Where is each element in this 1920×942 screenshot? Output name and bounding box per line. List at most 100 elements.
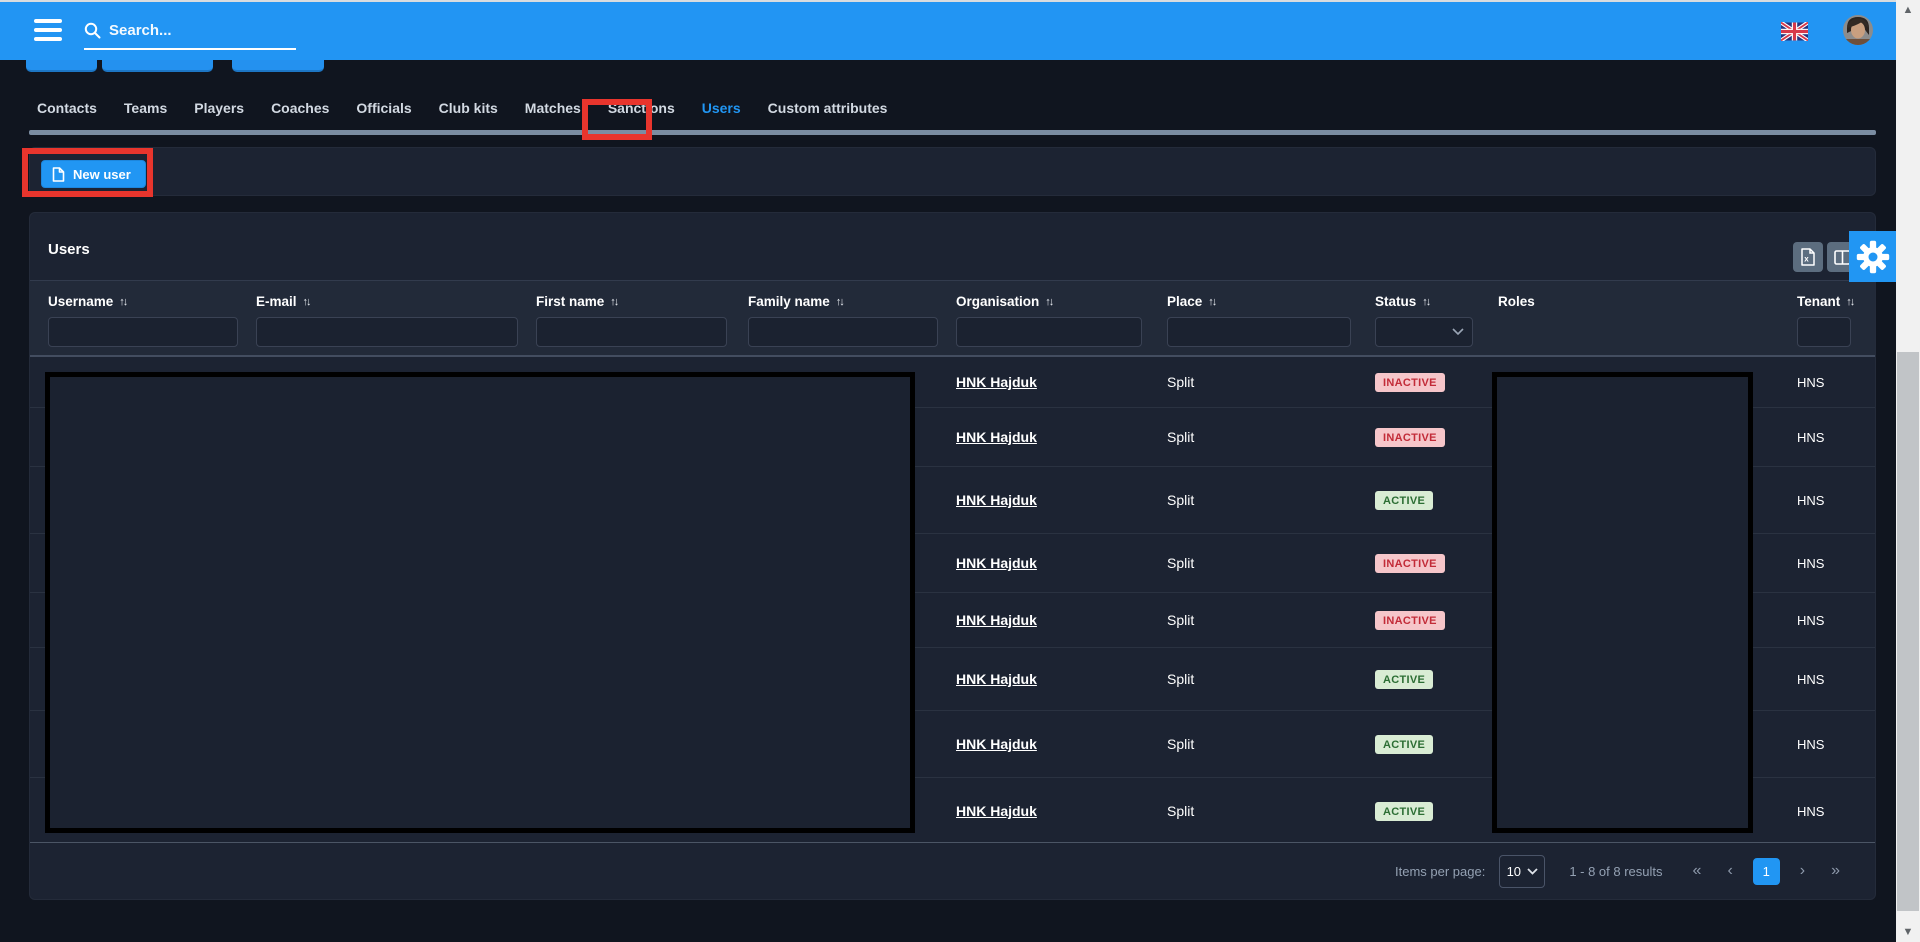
first-page-button[interactable]: « bbox=[1687, 862, 1708, 880]
place-cell: Split bbox=[1167, 555, 1375, 571]
place-cell: Split bbox=[1167, 374, 1375, 390]
filter-input-tenant[interactable] bbox=[1797, 317, 1851, 347]
sort-icon[interactable]: ↑↓ bbox=[1846, 296, 1853, 308]
organisation-link[interactable]: HNK Hajduk bbox=[956, 612, 1037, 628]
cutoff-button-2[interactable] bbox=[102, 58, 213, 72]
organisation-link[interactable]: HNK Hajduk bbox=[956, 671, 1037, 687]
tab-officials[interactable]: Officials bbox=[356, 100, 411, 116]
column-header-family-name[interactable]: Family name ↑↓ bbox=[748, 281, 956, 309]
sort-icon[interactable]: ↑↓ bbox=[836, 296, 843, 308]
table-header-band: Username↑↓E-mail↑↓First name↑↓Family nam… bbox=[30, 280, 1876, 357]
filter-input-place[interactable] bbox=[1167, 317, 1351, 347]
last-page-button[interactable]: » bbox=[1825, 862, 1846, 880]
filter-input-organisation[interactable] bbox=[956, 317, 1142, 347]
redaction-box-identity-columns bbox=[45, 372, 915, 833]
status-badge: ACTIVE bbox=[1375, 670, 1433, 689]
place-cell: Split bbox=[1167, 736, 1375, 752]
organisation-link[interactable]: HNK Hajduk bbox=[956, 555, 1037, 571]
search-input[interactable] bbox=[109, 22, 269, 39]
tab-matches[interactable]: Matches bbox=[525, 100, 581, 116]
organisation-link[interactable]: HNK Hajduk bbox=[956, 374, 1037, 390]
filter-input-first-name[interactable] bbox=[536, 317, 727, 347]
gear-icon bbox=[1855, 239, 1891, 275]
status-badge: ACTIVE bbox=[1375, 735, 1433, 754]
prev-page-button[interactable]: ‹ bbox=[1721, 862, 1738, 880]
column-header-username[interactable]: Username ↑↓ bbox=[48, 281, 256, 309]
tab-underline-bar bbox=[29, 130, 1876, 135]
tab-players[interactable]: Players bbox=[194, 100, 244, 116]
tab-coaches[interactable]: Coaches bbox=[271, 100, 329, 116]
user-avatar[interactable] bbox=[1843, 15, 1873, 45]
tab-custom-attributes[interactable]: Custom attributes bbox=[768, 100, 888, 116]
filter-cell bbox=[48, 317, 256, 347]
page-size-select[interactable]: 10 bbox=[1499, 855, 1545, 888]
tab-users[interactable]: Users bbox=[702, 100, 741, 116]
pagination-bar: Items per page: 10 1 - 8 of 8 results « … bbox=[30, 842, 1876, 899]
status-badge: INACTIVE bbox=[1375, 428, 1445, 447]
filter-input-username[interactable] bbox=[48, 317, 238, 347]
global-search bbox=[84, 12, 296, 50]
column-header-status[interactable]: Status↑↓ bbox=[1375, 281, 1498, 309]
chevron-down-icon bbox=[1527, 868, 1538, 875]
filter-input-family-name[interactable] bbox=[748, 317, 938, 347]
filter-cell bbox=[256, 317, 536, 347]
filter-cell bbox=[536, 317, 748, 347]
filter-cell bbox=[1498, 317, 1797, 347]
tenant-cell: HNS bbox=[1797, 737, 1876, 752]
sort-icon[interactable]: ↑↓ bbox=[1422, 296, 1429, 308]
organisation-link[interactable]: HNK Hajduk bbox=[956, 803, 1037, 819]
column-header-organisation[interactable]: Organisation↑↓ bbox=[956, 281, 1167, 309]
column-label: Username bbox=[48, 294, 113, 309]
status-badge: ACTIVE bbox=[1375, 491, 1433, 510]
sort-icon[interactable]: ↑↓ bbox=[1045, 296, 1052, 308]
language-flag-icon[interactable] bbox=[1781, 22, 1808, 41]
hamburger-menu-icon[interactable] bbox=[34, 19, 62, 41]
filter-cell bbox=[1375, 317, 1498, 347]
status-badge: INACTIVE bbox=[1375, 554, 1445, 573]
status-badge: ACTIVE bbox=[1375, 802, 1433, 821]
toolbar-panel: New user bbox=[29, 147, 1876, 196]
chevron-down-icon bbox=[1452, 328, 1464, 336]
column-header-e-mail[interactable]: E-mail↑↓ bbox=[256, 281, 536, 309]
file-excel-icon: x bbox=[1800, 248, 1816, 266]
column-header-tenant[interactable]: Tenant↑↓ bbox=[1797, 281, 1876, 309]
organisation-link[interactable]: HNK Hajduk bbox=[956, 736, 1037, 752]
place-cell: Split bbox=[1167, 803, 1375, 819]
tab-club-kits[interactable]: Club kits bbox=[439, 100, 498, 116]
tenant-cell: HNS bbox=[1797, 556, 1876, 571]
column-header-place[interactable]: Place↑↓ bbox=[1167, 281, 1375, 309]
tenant-cell: HNS bbox=[1797, 804, 1876, 819]
scrollbar-thumb[interactable] bbox=[1897, 352, 1919, 911]
sort-icon[interactable]: ↑↓ bbox=[610, 296, 617, 308]
tenant-cell: HNS bbox=[1797, 375, 1876, 390]
search-icon bbox=[84, 22, 101, 39]
scroll-down-arrow[interactable]: ▼ bbox=[1896, 926, 1920, 938]
table-header-row: Username↑↓E-mail↑↓First name↑↓Family nam… bbox=[30, 281, 1876, 309]
scroll-up-arrow[interactable]: ▲ bbox=[1896, 4, 1920, 16]
column-header-first-name[interactable]: First name↑↓ bbox=[536, 281, 748, 309]
current-page-button[interactable]: 1 bbox=[1753, 858, 1780, 885]
sort-icon[interactable]: ↑↓ bbox=[303, 296, 310, 308]
table-settings-gear-button[interactable] bbox=[1849, 231, 1896, 282]
column-label: Family name bbox=[748, 294, 830, 309]
organisation-link[interactable]: HNK Hajduk bbox=[956, 492, 1037, 508]
tab-teams[interactable]: Teams bbox=[124, 100, 167, 116]
tab-contacts[interactable]: Contacts bbox=[37, 100, 97, 116]
column-label: Roles bbox=[1498, 294, 1535, 309]
cutoff-button-3[interactable] bbox=[232, 58, 324, 72]
cutoff-button-1[interactable] bbox=[26, 58, 97, 72]
page-size-value: 10 bbox=[1507, 864, 1521, 879]
organisation-link[interactable]: HNK Hajduk bbox=[956, 429, 1037, 445]
browser-scrollbar[interactable]: ▲ ▼ bbox=[1896, 0, 1920, 942]
export-excel-button[interactable]: x bbox=[1793, 242, 1823, 272]
sort-icon[interactable]: ↑↓ bbox=[1208, 296, 1215, 308]
sort-icon[interactable]: ↑↓ bbox=[119, 296, 126, 308]
place-cell: Split bbox=[1167, 612, 1375, 628]
filter-cell bbox=[956, 317, 1167, 347]
items-per-page-label: Items per page: bbox=[1395, 864, 1485, 879]
tenant-cell: HNS bbox=[1797, 430, 1876, 445]
filter-input-e-mail[interactable] bbox=[256, 317, 518, 347]
filter-select-status[interactable] bbox=[1375, 317, 1473, 347]
next-page-button[interactable]: › bbox=[1794, 862, 1811, 880]
column-header-roles: Roles bbox=[1498, 281, 1797, 309]
